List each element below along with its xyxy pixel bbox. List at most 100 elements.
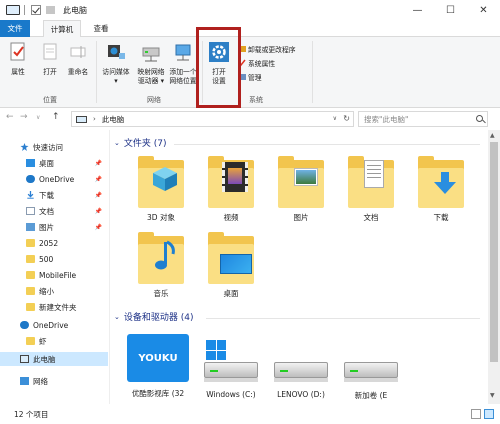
sidebar-item-label: 此电脑 bbox=[33, 354, 56, 364]
manage-button[interactable]: 管理 bbox=[238, 72, 262, 82]
address-dropdown-icon[interactable]: ∨ bbox=[333, 115, 337, 122]
sidebar-item-shrink[interactable]: 缩小 bbox=[0, 284, 108, 298]
sidebar-item-documents[interactable]: 文档 📌 bbox=[0, 204, 108, 218]
map-drive-button[interactable]: 映射网络 驱动器 ▾ bbox=[134, 41, 168, 86]
navigation-pane: 快速访问 桌面 📌 OneDrive 📌 下载 📌 文档 📌 图片 📌 2052… bbox=[0, 130, 110, 404]
sidebar-item-label: OneDrive bbox=[33, 320, 69, 330]
access-media-label: 访问媒体 bbox=[102, 68, 130, 76]
sidebar-item-pictures[interactable]: 图片 📌 bbox=[0, 220, 108, 234]
search-input[interactable]: 搜索"此电脑" bbox=[358, 111, 488, 127]
3d-objects-icon bbox=[134, 156, 188, 208]
address-bar[interactable]: › 此电脑 ∨ ↻ bbox=[71, 111, 354, 127]
forward-button[interactable]: → bbox=[20, 112, 28, 122]
network-icon bbox=[20, 377, 29, 385]
folder-music[interactable]: 音乐 bbox=[126, 232, 196, 299]
rename-label: 重命名 bbox=[67, 68, 89, 76]
sidebar-item-label: 新建文件夹 bbox=[39, 302, 77, 312]
chevron-down-icon[interactable]: ⌄ bbox=[114, 313, 120, 321]
access-media-button[interactable]: 访问媒体 ▾ bbox=[98, 41, 134, 86]
folder-downloads[interactable]: 下载 bbox=[406, 156, 476, 223]
search-icon bbox=[476, 115, 483, 122]
desktop-icon bbox=[26, 159, 35, 167]
devices-section-header[interactable]: ⌄ 设备和驱动器 (4) bbox=[114, 310, 194, 324]
pin-icon[interactable]: 📌 bbox=[95, 192, 102, 199]
open-button[interactable]: 打开 bbox=[38, 41, 62, 77]
drive-icon bbox=[344, 340, 398, 386]
uninstall-programs-button[interactable]: 卸载或更改程序 bbox=[238, 44, 296, 54]
breadcrumb[interactable]: 此电脑 bbox=[102, 114, 125, 125]
open-label: 打开 bbox=[43, 68, 57, 76]
add-network-location-button[interactable]: 添加一个 网络位置 bbox=[166, 41, 200, 86]
rename-button[interactable]: 重命名 bbox=[64, 41, 92, 77]
sidebar-item-mobilefile[interactable]: MobileFile bbox=[0, 268, 108, 282]
sidebar-item-desktop[interactable]: 桌面 📌 bbox=[0, 156, 108, 170]
sidebar-item-network[interactable]: 网络 bbox=[0, 374, 108, 388]
drive-icon bbox=[274, 340, 328, 386]
vertical-scrollbar[interactable]: ▲ ▼ bbox=[488, 130, 500, 404]
chevron-down-icon[interactable]: ⌄ bbox=[114, 139, 120, 147]
tab-view[interactable]: 查看 bbox=[86, 20, 116, 37]
sidebar-item-onedrive-quick[interactable]: OneDrive 📌 bbox=[0, 172, 108, 186]
divider bbox=[96, 41, 97, 103]
folder-videos[interactable]: 视频 bbox=[196, 156, 266, 223]
close-button[interactable]: ✕ bbox=[467, 0, 500, 20]
minimize-button[interactable]: — bbox=[401, 0, 434, 20]
back-button[interactable]: ← bbox=[6, 112, 14, 122]
folders-section-header[interactable]: ⌄ 文件夹 (7) bbox=[114, 136, 167, 150]
system-properties-button[interactable]: 系统属性 bbox=[238, 58, 275, 68]
folder-label: 音乐 bbox=[153, 289, 169, 298]
details-view-icon[interactable] bbox=[471, 409, 481, 419]
sidebar-item-label: MobileFile bbox=[39, 270, 77, 280]
maximize-button[interactable]: ☐ bbox=[434, 0, 467, 20]
folder-pictures[interactable]: 图片 bbox=[266, 156, 336, 223]
path-separator: › bbox=[93, 115, 96, 123]
pin-icon[interactable]: 📌 bbox=[95, 208, 102, 215]
folder-desktop[interactable]: 桌面 bbox=[196, 232, 266, 299]
up-button[interactable]: ↑ bbox=[52, 112, 60, 122]
properties-quick-icon[interactable] bbox=[31, 5, 41, 15]
tab-computer[interactable]: 计算机 bbox=[43, 20, 81, 38]
music-icon bbox=[134, 232, 188, 284]
sidebar-item-2052[interactable]: 2052 bbox=[0, 236, 108, 250]
scroll-down-icon[interactable]: ▼ bbox=[490, 392, 495, 399]
add-location-label: 添加一个 bbox=[169, 68, 197, 76]
folder-documents[interactable]: 文档 bbox=[336, 156, 406, 223]
drive-lenovo-d[interactable]: LENOVO (D:) bbox=[266, 340, 336, 399]
media-icon bbox=[108, 45, 125, 59]
sidebar-item-quick-access[interactable]: 快速访问 bbox=[0, 140, 108, 154]
properties-button[interactable]: 属性 bbox=[6, 41, 30, 77]
drive-new-volume-e[interactable]: 新加卷 (E bbox=[336, 340, 406, 401]
pin-icon[interactable]: 📌 bbox=[95, 160, 102, 167]
sidebar-item-downloads[interactable]: 下载 📌 bbox=[0, 188, 108, 202]
sidebar-item-this-pc[interactable]: 此电脑 bbox=[0, 352, 108, 366]
sidebar-item-shrimp[interactable]: 虾 bbox=[0, 334, 108, 348]
sidebar-item-label: 下载 bbox=[39, 190, 54, 200]
pin-icon[interactable]: 📌 bbox=[95, 224, 102, 231]
window-title: 此电脑 bbox=[63, 5, 87, 15]
scroll-up-icon[interactable]: ▲ bbox=[490, 132, 495, 139]
refresh-icon[interactable]: ↻ bbox=[343, 114, 350, 123]
divider bbox=[24, 5, 25, 15]
cloud-icon bbox=[26, 175, 35, 183]
divider bbox=[312, 41, 313, 103]
sidebar-item-label: 虾 bbox=[39, 336, 47, 346]
pin-icon[interactable]: 📌 bbox=[95, 176, 102, 183]
recent-locations-button[interactable]: ∨ bbox=[36, 114, 40, 121]
drive-youku[interactable]: YOUKU 优酷影视库 (32 bbox=[118, 330, 198, 399]
folder-icon bbox=[26, 271, 35, 279]
navigation-bar: ← → ∨ ↑ › 此电脑 ∨ ↻ 搜索"此电脑" bbox=[0, 108, 500, 130]
large-icons-view-icon[interactable] bbox=[484, 409, 494, 419]
sidebar-item-label: 网络 bbox=[33, 376, 48, 386]
sidebar-item-500[interactable]: 500 bbox=[0, 252, 108, 266]
folder-icon bbox=[26, 239, 35, 247]
manage-label: 管理 bbox=[248, 74, 262, 82]
sidebar-item-onedrive[interactable]: OneDrive bbox=[0, 318, 108, 332]
folder-3d-objects[interactable]: 3D 对象 bbox=[126, 156, 196, 223]
sidebar-item-new-folder[interactable]: 新建文件夹 bbox=[0, 300, 108, 314]
drive-windows-c[interactable]: Windows (C:) bbox=[196, 340, 266, 399]
scroll-thumb[interactable] bbox=[490, 142, 498, 362]
new-folder-quick-icon[interactable] bbox=[46, 6, 55, 14]
search-placeholder: 搜索"此电脑" bbox=[364, 114, 409, 124]
tab-file[interactable]: 文件 bbox=[0, 20, 30, 37]
highlight-box bbox=[196, 27, 241, 108]
